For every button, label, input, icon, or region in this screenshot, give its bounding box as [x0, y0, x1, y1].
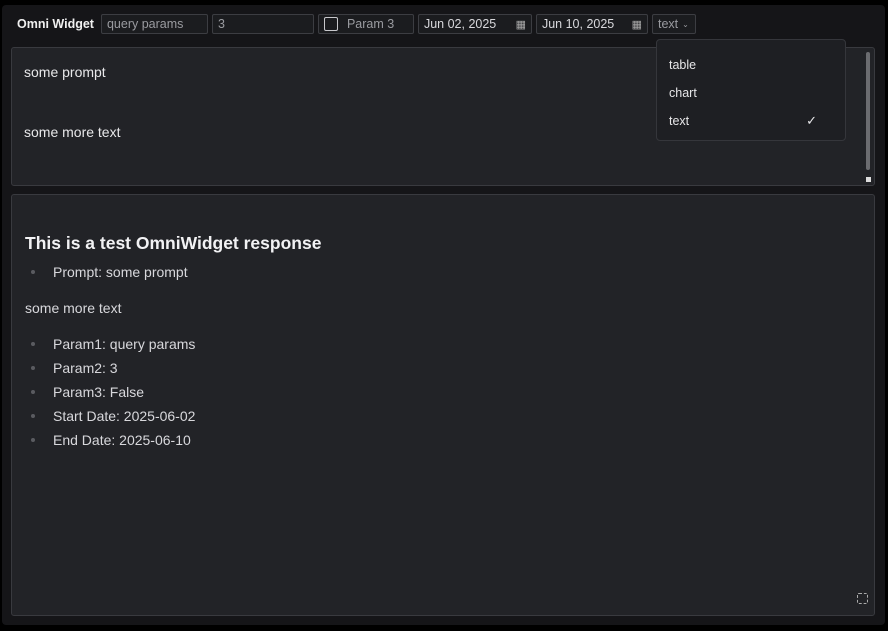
menu-item-label: text: [669, 114, 690, 128]
list-item: Param1: query params: [25, 332, 861, 356]
response-heading: This is a test OmniWidget response: [25, 233, 322, 253]
list-item: End Date: 2025-06-10: [25, 428, 861, 452]
format-select[interactable]: text ⌄: [651, 14, 696, 34]
menu-item-text[interactable]: text ✓: [657, 107, 845, 135]
calendar-icon[interactable]: ▦: [632, 18, 642, 31]
format-dropdown-menu: table chart text ✓: [656, 39, 846, 141]
resize-handle[interactable]: [866, 177, 871, 182]
param3-label: Param 3: [346, 17, 395, 31]
list-item: Param2: 3: [25, 356, 861, 380]
list-item: Prompt: some prompt: [25, 260, 861, 284]
start-date-input[interactable]: Jun 02, 2025 ▦: [417, 14, 532, 34]
toolbar: Omni Widget query params 3 Param 3 Jun 0…: [17, 14, 696, 34]
prompt-list: Prompt: some prompt: [25, 260, 861, 284]
response-paragraph: some more text: [25, 300, 122, 316]
menu-item-label: chart: [669, 86, 697, 100]
response-panel: This is a test OmniWidget response Promp…: [11, 194, 875, 616]
chevron-down-icon: ⌄: [682, 19, 689, 29]
scrollbar[interactable]: [866, 52, 870, 170]
fullscreen-icon[interactable]: [857, 593, 868, 604]
format-value: text: [657, 17, 679, 31]
calendar-icon[interactable]: ▦: [516, 18, 526, 31]
param3-checkbox[interactable]: Param 3: [317, 14, 414, 34]
list-item: Param3: False: [25, 380, 861, 404]
check-icon: ✓: [806, 113, 817, 128]
param1-input[interactable]: query params: [100, 14, 208, 34]
params-list: Param1: query params Param2: 3 Param3: F…: [25, 332, 861, 452]
checkbox-box[interactable]: [323, 17, 338, 31]
start-date-value: Jun 02, 2025: [423, 17, 497, 31]
list-item: Start Date: 2025-06-02: [25, 404, 861, 428]
widget-title: Omni Widget: [17, 17, 94, 31]
end-date-input[interactable]: Jun 10, 2025 ▦: [535, 14, 648, 34]
menu-item-table[interactable]: table: [657, 51, 845, 79]
param2-input[interactable]: 3: [211, 14, 314, 34]
menu-item-label: table: [669, 58, 697, 72]
end-date-value: Jun 10, 2025: [541, 17, 615, 31]
menu-item-chart[interactable]: chart: [657, 79, 845, 107]
